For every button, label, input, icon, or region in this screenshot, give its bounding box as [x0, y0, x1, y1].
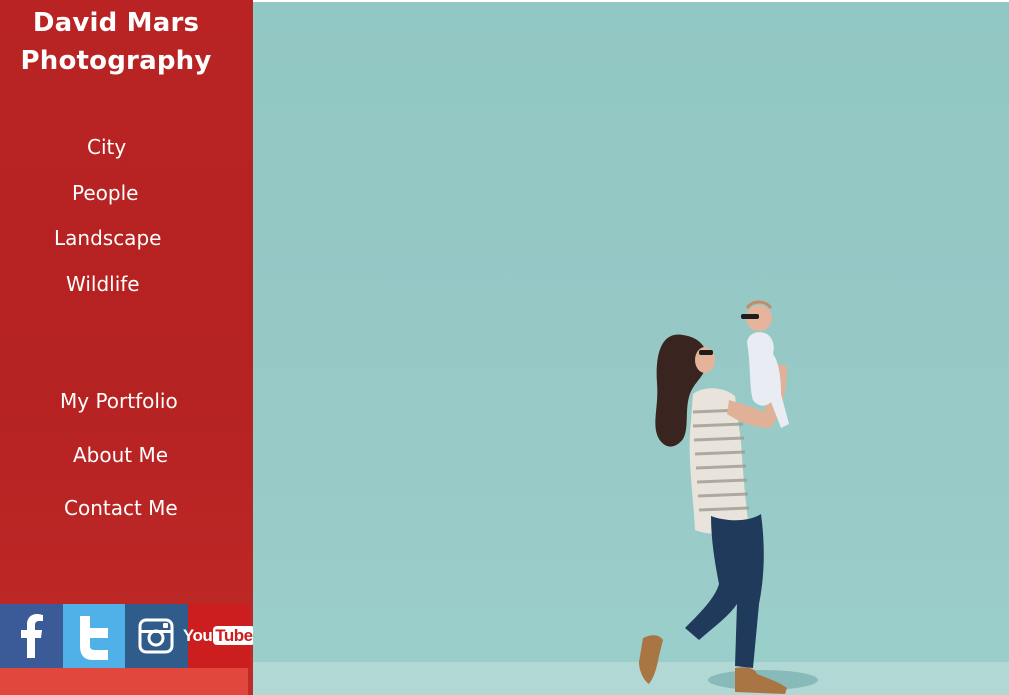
facebook-icon: [21, 614, 44, 658]
mother-holding-baby-photo: [639, 300, 818, 694]
nav-item-wildlife[interactable]: Wildlife: [66, 271, 140, 297]
youtube-button[interactable]: You Tube: [183, 604, 255, 668]
instagram-icon: [138, 618, 174, 654]
site-title-line2: Photography: [20, 46, 212, 76]
site-title[interactable]: David Mars Photography: [0, 4, 232, 80]
facebook-button[interactable]: [0, 604, 63, 668]
nav-item-contact-me[interactable]: Contact Me: [64, 495, 178, 521]
twitter-icon: [79, 616, 108, 660]
nav-item-landscape[interactable]: Landscape: [54, 225, 161, 251]
nav-item-my-portfolio[interactable]: My Portfolio: [60, 388, 178, 414]
sidebar: David Mars Photography City People Lands…: [0, 0, 255, 695]
social-links: You Tube: [0, 604, 255, 668]
nav-item-city[interactable]: City: [87, 134, 126, 160]
site-title-line1: David Mars: [32, 8, 200, 38]
nav-item-people[interactable]: People: [72, 180, 138, 206]
youtube-icon: You Tube: [182, 626, 255, 645]
instagram-button[interactable]: [125, 604, 188, 668]
twitter-button[interactable]: [62, 604, 125, 668]
hero-image: [253, 2, 1009, 695]
nav-item-about-me[interactable]: About Me: [73, 442, 168, 468]
